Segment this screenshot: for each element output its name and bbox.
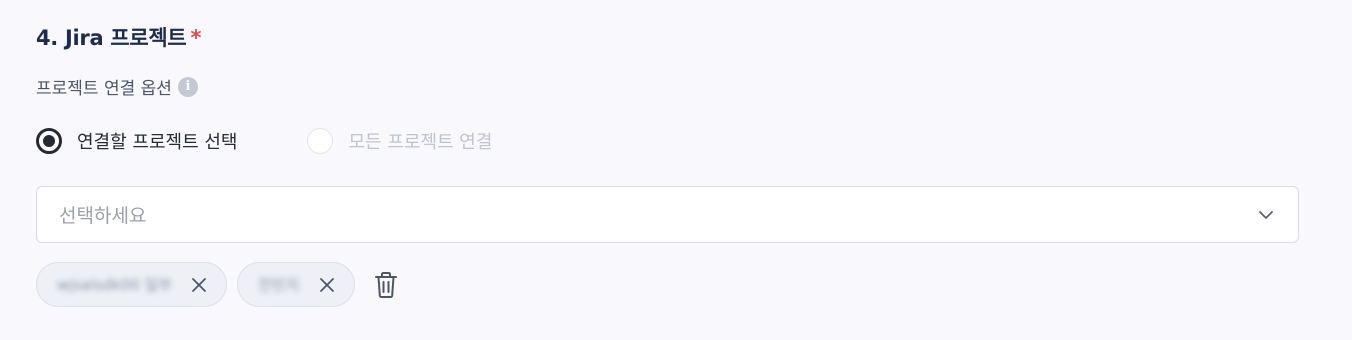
close-icon[interactable] [190, 276, 208, 294]
option-label: 프로젝트 연결 옵션 i [36, 74, 198, 99]
option-label-text: 프로젝트 연결 옵션 [36, 79, 172, 99]
close-icon[interactable] [318, 276, 336, 294]
project-tag: wjsalsdk00 일부 [36, 262, 228, 307]
radio-all-projects[interactable]: 모든 프로젝트 연결 [307, 128, 492, 154]
select-placeholder: 선택하세요 [59, 205, 147, 227]
section-title-text: 4. Jira 프로젝트 [36, 26, 187, 50]
tag-label: wjsalsdk00 일부 [57, 276, 173, 294]
radio-all-projects-label: 모든 프로젝트 연결 [348, 132, 493, 153]
trash-icon[interactable] [373, 271, 399, 299]
info-icon[interactable]: i [177, 76, 198, 97]
required-mark: * [190, 26, 202, 50]
tag-label: 전민지 [258, 276, 300, 294]
radio-unchecked-icon [307, 128, 334, 154]
chevron-down-icon [1259, 210, 1273, 219]
section-title: 4. Jira 프로젝트 * [36, 22, 201, 52]
radio-select-projects-label: 연결할 프로젝트 선택 [77, 132, 238, 153]
selected-tags: wjsalsdk00 일부 전민지 [36, 262, 399, 307]
project-select[interactable]: 선택하세요 [36, 186, 1299, 243]
radio-checked-icon [36, 128, 62, 154]
project-tag: 전민지 [237, 262, 355, 307]
radio-select-projects[interactable]: 연결할 프로젝트 선택 [36, 128, 237, 154]
radio-group: 연결할 프로젝트 선택 모든 프로젝트 연결 [36, 128, 492, 154]
